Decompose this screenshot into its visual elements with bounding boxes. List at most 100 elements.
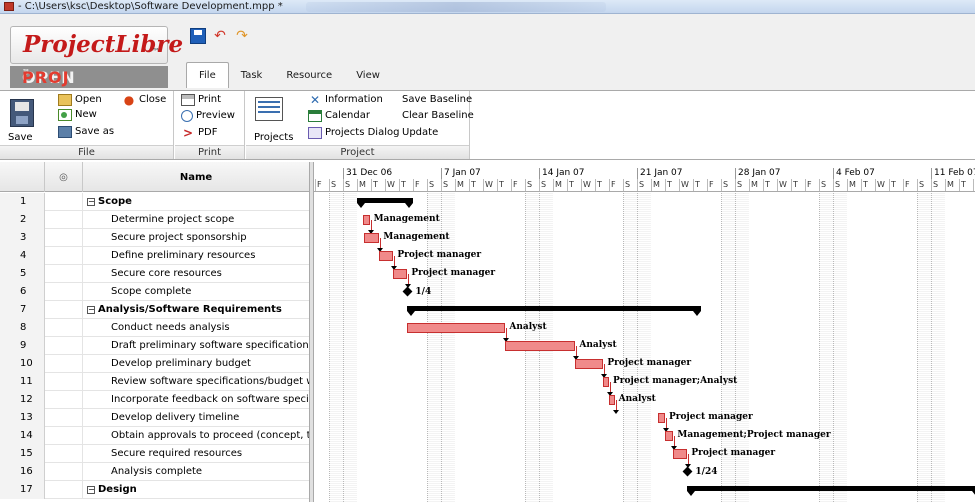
row-indicator (45, 229, 83, 247)
table-row[interactable]: 14 Obtain approvals to proceed (concept, … (0, 427, 309, 445)
table-row[interactable]: 4 Define preliminary resources (0, 247, 309, 265)
task-name[interactable]: Analysis complete (83, 463, 309, 481)
preview-button[interactable]: Preview (181, 109, 235, 123)
task-bar[interactable] (609, 395, 615, 405)
update-button[interactable]: Update (402, 126, 438, 140)
task-name[interactable]: − Analysis/Software Requirements (83, 301, 309, 319)
collapse-toggle-icon[interactable]: − (87, 198, 95, 206)
timescale-days: FSSMTWTFSSMTWTFSSMTWTFSSMTWTFSSMTWTFSSMT… (314, 179, 975, 191)
task-bar[interactable] (665, 431, 674, 441)
table-row[interactable]: 6 Scope complete (0, 283, 309, 301)
save-icon[interactable] (10, 99, 34, 127)
resource-label: Analyst (618, 394, 656, 404)
task-bar[interactable] (393, 269, 408, 279)
table-row[interactable]: 15 Secure required resources (0, 445, 309, 463)
task-name[interactable]: Determine project scope (83, 211, 309, 229)
timescale-day-label: F (315, 179, 329, 191)
task-name-text: Secure core resources (111, 268, 222, 279)
task-name[interactable]: Define preliminary resources (83, 247, 309, 265)
table-row[interactable]: 2 Determine project scope (0, 211, 309, 229)
row-number-header[interactable] (0, 162, 45, 192)
tab-task[interactable]: Task (229, 66, 275, 88)
table-row[interactable]: 9 Draft preliminary software specificatio… (0, 337, 309, 355)
table-row[interactable]: 16 Analysis complete (0, 463, 309, 481)
task-name-text: Design (98, 484, 137, 495)
task-name[interactable]: Secure required resources (83, 445, 309, 463)
calendar-button[interactable]: Calendar (308, 109, 370, 123)
resource-label: Management (373, 214, 440, 224)
row-number: 2 (0, 211, 45, 229)
task-bar[interactable] (379, 251, 394, 261)
timescale-day-label: M (847, 179, 861, 191)
milestone-diamond[interactable] (682, 466, 693, 477)
table-row[interactable]: 17 − Design (0, 481, 309, 499)
gantt-chart: 31 Dec 06 7 Jan 07 14 Jan 07 21 Jan 07 28 Ja… (314, 162, 975, 502)
task-name[interactable]: Review software specifications/budget wi… (83, 373, 309, 391)
row-number: 4 (0, 247, 45, 265)
task-bar[interactable] (407, 323, 506, 333)
table-row[interactable]: 7 − Analysis/Software Requirements (0, 301, 309, 319)
task-name[interactable]: − Scope (83, 193, 309, 211)
indicator-header[interactable]: ◎ (45, 162, 83, 192)
projects-dialog-button[interactable]: Projects Dialog (308, 126, 399, 140)
summary-bar[interactable] (357, 198, 413, 208)
quick-save-icon[interactable] (190, 28, 206, 44)
task-bar[interactable] (362, 215, 370, 225)
task-name[interactable]: Develop preliminary budget (83, 355, 309, 373)
projects-button[interactable]: Projects (254, 131, 293, 145)
summary-bar[interactable] (687, 486, 975, 496)
table-row[interactable]: 13 Develop delivery timeline (0, 409, 309, 427)
open-button[interactable]: Open (58, 93, 102, 107)
undo-icon[interactable]: ↶ (212, 28, 228, 44)
task-bar[interactable] (603, 377, 609, 387)
task-name[interactable]: Secure core resources (83, 265, 309, 283)
table-row[interactable]: 12 Incorporate feedback on software speci… (0, 391, 309, 409)
task-name[interactable]: Incorporate feedback on software specifi… (83, 391, 309, 409)
task-bar[interactable] (364, 233, 380, 243)
task-name[interactable]: Scope complete (83, 283, 309, 301)
new-button[interactable]: New (58, 108, 97, 122)
task-bar[interactable] (575, 359, 604, 369)
table-row[interactable]: 11 Review software specifications/budget … (0, 373, 309, 391)
quick-access-toolbar: ↶ ↷ (190, 28, 250, 46)
title-bar: - C:\Users\ksc\Desktop\Software Developm… (0, 0, 975, 14)
task-name[interactable]: Obtain approvals to proceed (concept, ti… (83, 427, 309, 445)
tab-file[interactable]: File (186, 62, 229, 88)
table-row[interactable]: 5 Secure core resources (0, 265, 309, 283)
redo-icon[interactable]: ↷ (234, 28, 250, 44)
table-row[interactable]: 3 Secure project sponsorship (0, 229, 309, 247)
task-bar[interactable] (658, 413, 665, 423)
print-button[interactable]: Print (181, 93, 221, 107)
task-name[interactable]: Develop delivery timeline (83, 409, 309, 427)
task-bar[interactable] (505, 341, 576, 351)
summary-bar[interactable] (407, 306, 702, 316)
information-button[interactable]: ✕ Information (308, 93, 383, 107)
save-button[interactable]: Save (8, 131, 33, 145)
close-button[interactable]: ● Close (122, 93, 167, 107)
tab-resource[interactable]: Resource (274, 66, 344, 88)
tab-view[interactable]: View (344, 66, 392, 88)
task-name[interactable]: Secure project sponsorship (83, 229, 309, 247)
name-column-header[interactable]: Name (83, 162, 309, 192)
milestone-date-label: 1/24 (695, 467, 718, 477)
weekend-shading (343, 193, 357, 502)
task-name[interactable]: Draft preliminary software specification… (83, 337, 309, 355)
save-baseline-button[interactable]: Save Baseline (402, 93, 472, 107)
timescale-day-label: F (707, 179, 721, 191)
collapse-toggle-icon[interactable]: − (87, 306, 95, 314)
milestone-diamond[interactable] (402, 286, 413, 297)
projects-icon[interactable] (255, 97, 283, 121)
save-as-button[interactable]: Save as (58, 125, 114, 139)
table-row[interactable]: 10 Develop preliminary budget (0, 355, 309, 373)
task-name[interactable]: Conduct needs analysis (83, 319, 309, 337)
timescale-day-label: F (805, 179, 819, 191)
task-bar[interactable] (673, 449, 688, 459)
table-row[interactable]: 8 Conduct needs analysis (0, 319, 309, 337)
pdf-button[interactable]: > PDF (181, 126, 218, 140)
task-name[interactable]: − Design (83, 481, 309, 499)
table-row[interactable]: 1 − Scope (0, 193, 309, 211)
dependency-arrow-icon (612, 410, 619, 414)
resource-label: Project manager (607, 358, 692, 368)
clear-baseline-button[interactable]: Clear Baseline (402, 109, 474, 123)
collapse-toggle-icon[interactable]: − (87, 486, 95, 494)
